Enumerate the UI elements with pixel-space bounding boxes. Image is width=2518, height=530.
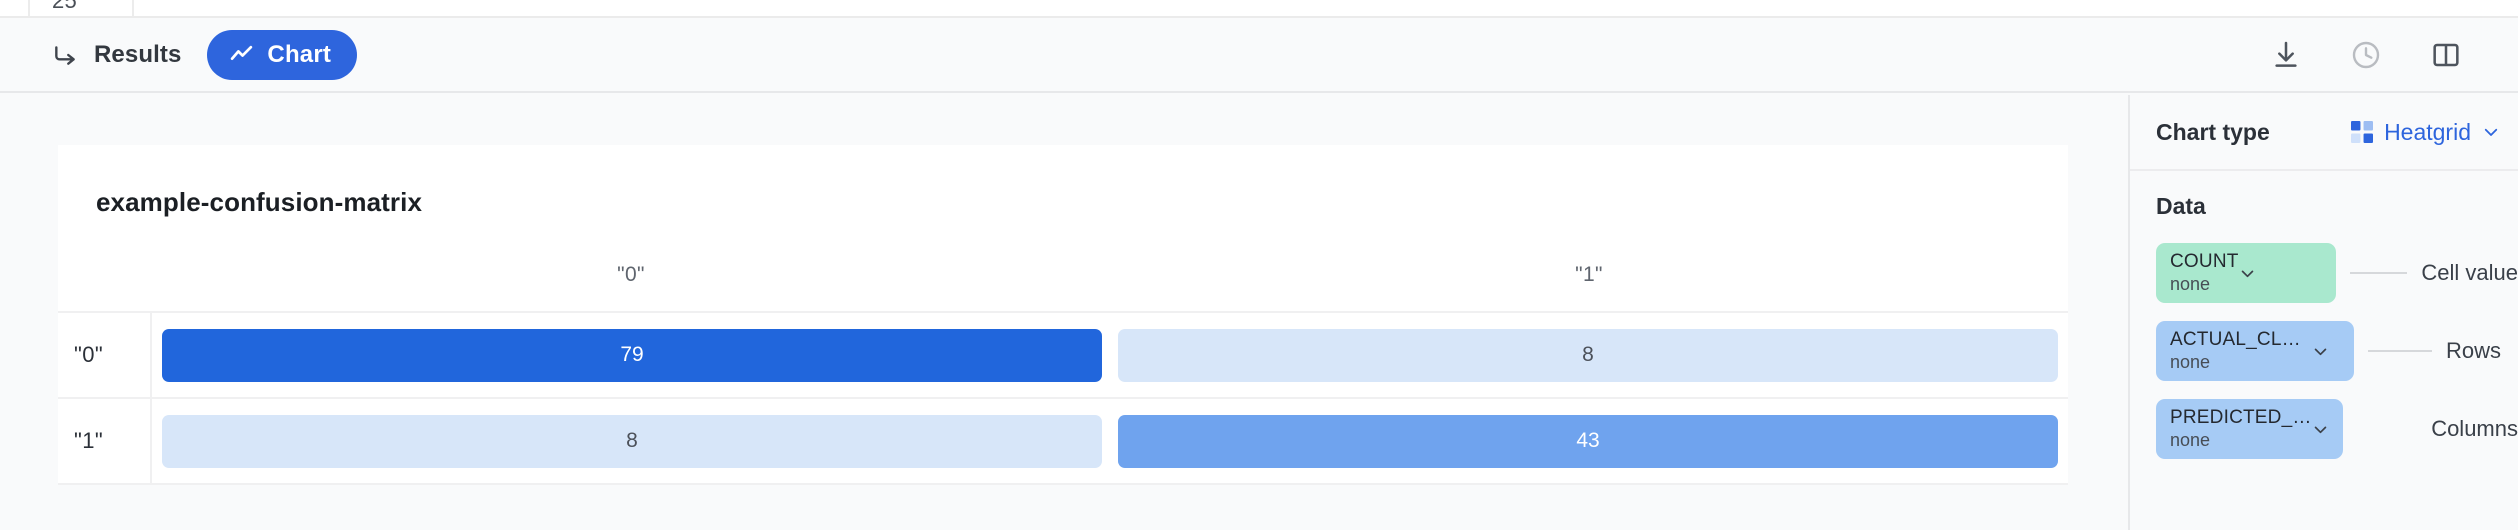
heatgrid-row: 8 43: [152, 399, 2068, 485]
field-pill-aggregation: none: [2170, 430, 2211, 451]
heatgrid-row: 79 8: [152, 313, 2068, 399]
results-tab-label: Results: [94, 40, 182, 68]
field-target-label: Rows: [2446, 338, 2502, 363]
chart-type-label: Chart type: [2156, 118, 2270, 145]
data-field-row: ACTUAL_CLASS none Rows: [2156, 312, 2518, 390]
column-header: "0": [617, 262, 645, 286]
field-connector-line: [2350, 272, 2408, 274]
toolbar-left-group: Results Chart: [0, 29, 358, 80]
history-clock-icon[interactable]: [2350, 39, 2382, 71]
chevron-down-icon: [2239, 265, 2256, 282]
clipped-row-cell-rule: [132, 0, 134, 16]
field-pill-name: PREDICTED_CL…: [2170, 408, 2312, 429]
field-pill-name: ACTUAL_CLASS: [2170, 330, 2312, 351]
tab-chart[interactable]: Chart: [207, 29, 358, 80]
chart-results-panel: 25 Results Chart example-confusion-matri…: [0, 0, 2518, 530]
clipped-row-text: 25: [52, 0, 78, 13]
field-pill-count[interactable]: COUNT none: [2156, 243, 2337, 303]
field-pill-aggregation: none: [2170, 274, 2211, 295]
chart-settings-sidebar: Chart type Heatgrid Data COUNT none Cell…: [2128, 95, 2518, 530]
field-pill-aggregation: none: [2170, 352, 2211, 373]
data-section-heading: Data: [2156, 193, 2206, 219]
field-target-label: Columns: [2431, 416, 2518, 441]
arrow-turn-down-right-icon: [52, 42, 78, 68]
chevron-down-icon: [2482, 123, 2500, 141]
split-layout-icon[interactable]: [2430, 39, 2462, 71]
heatgrid-chart: example-confusion-matrix "0" "1" "0" 79 …: [58, 145, 2068, 485]
data-field-row: PREDICTED_CL… none Columns: [2156, 390, 2518, 468]
clipped-row-left-rule: [28, 0, 30, 16]
toolbar-actions: [2270, 39, 2518, 71]
heatgrid-column-headers: "0" "1": [152, 256, 2068, 313]
chevron-down-icon: [2312, 421, 2329, 438]
row-header: "0": [58, 313, 152, 399]
line-chart-icon: [229, 42, 254, 67]
results-toolbar: Results Chart: [0, 18, 2518, 93]
data-field-list: COUNT none Cell value ACTUAL_CLASS none …: [2130, 220, 2518, 468]
field-connector-line: [2357, 428, 2417, 430]
heatgrid-cell[interactable]: 8: [1118, 328, 2058, 382]
field-connector-line: [2368, 350, 2432, 352]
heatgrid-cell[interactable]: 43: [1118, 414, 2058, 468]
download-icon[interactable]: [2270, 39, 2302, 71]
chevron-down-icon: [2312, 343, 2329, 360]
field-pill-name: COUNT: [2170, 252, 2239, 273]
chart-type-selector[interactable]: Heatgrid: [2351, 119, 2500, 146]
heatgrid-cell[interactable]: 8: [162, 414, 1102, 468]
chart-type-value: Heatgrid: [2384, 118, 2471, 145]
results-tab[interactable]: Results: [52, 41, 181, 69]
column-header: "1": [1575, 262, 1603, 286]
heatgrid-cell[interactable]: 79: [162, 328, 1102, 382]
heatgrid-table: "0" "1" "0" 79 8 "1" 8 43: [58, 256, 2068, 485]
chart-title: example-confusion-matrix: [96, 187, 423, 217]
data-field-row: COUNT none Cell value: [2156, 234, 2518, 312]
heatgrid-corner-cell: [58, 256, 152, 313]
chart-canvas-area: example-confusion-matrix "0" "1" "0" 79 …: [0, 95, 2128, 530]
chart-type-row: Chart type Heatgrid: [2130, 95, 2518, 171]
tab-chart-label: Chart: [267, 40, 332, 68]
clipped-row-above: 25: [0, 0, 2518, 18]
field-pill-actual-class[interactable]: ACTUAL_CLASS none: [2156, 321, 2354, 381]
heatgrid-icon: [2351, 121, 2374, 143]
field-pill-predicted-class[interactable]: PREDICTED_CL… none: [2156, 399, 2344, 459]
field-target-label: Cell value: [2421, 260, 2518, 285]
row-header: "1": [58, 399, 152, 485]
